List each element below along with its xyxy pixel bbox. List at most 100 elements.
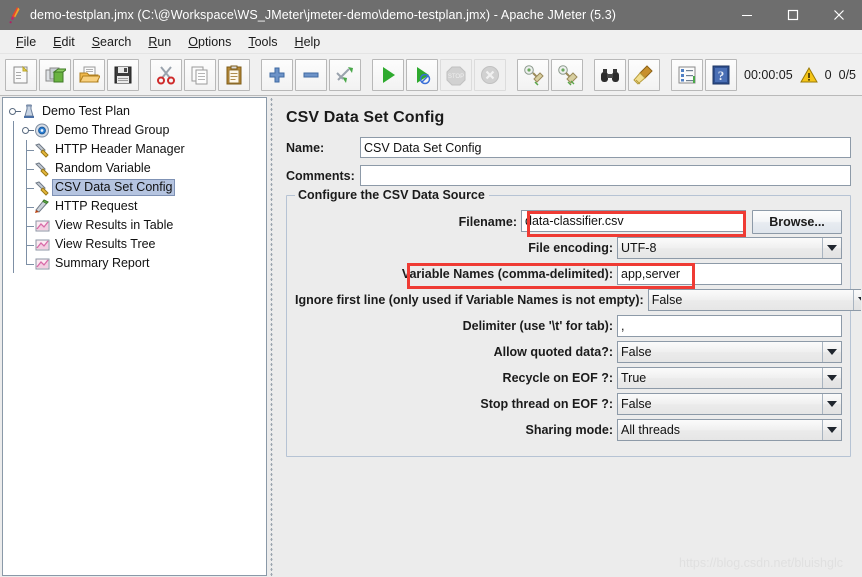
split-divider-grip [270, 97, 273, 576]
tree-label-http-request: HTTP Request [55, 199, 138, 213]
comments-field-row: Comments: [276, 165, 861, 186]
tree-label-http-header-manager: HTTP Header Manager [55, 142, 185, 156]
chevron-down-icon[interactable] [822, 238, 841, 258]
new-document-icon [13, 65, 29, 83]
cut-button[interactable] [150, 58, 182, 91]
menu-help-mnemonic: H [294, 34, 304, 49]
close-button[interactable] [816, 0, 862, 30]
svg-text:?: ? [718, 68, 725, 83]
filename-input[interactable]: data-classifier.csv [521, 210, 746, 232]
test-plan-tree: Demo Test Plan Demo Thread Group HTTP He… [3, 98, 266, 273]
clear-button[interactable] [517, 58, 549, 91]
page-title: CSV Data Set Config [286, 109, 445, 126]
comments-input[interactable] [360, 165, 851, 186]
stop-thread-on-eof-combo[interactable]: False [617, 393, 842, 415]
expand-all-button[interactable] [261, 58, 293, 91]
maximize-button[interactable] [770, 0, 816, 30]
allow-quoted-data-field-wrap: False [617, 341, 842, 363]
tree-label-view-results-in-table: View Results in Table [55, 218, 174, 232]
menu-tools[interactable]: Tools [240, 33, 286, 51]
recycle-on-eof-field-wrap: True [617, 367, 842, 389]
config-element-icon [33, 179, 52, 196]
chevron-down-icon[interactable] [822, 420, 841, 440]
tree-node-random-variable[interactable]: Random Variable [7, 159, 266, 178]
window-controls [724, 0, 862, 30]
search-button[interactable] [594, 58, 626, 91]
shutdown-button[interactable] [474, 58, 506, 91]
reset-search-button[interactable] [628, 58, 660, 91]
thread-group-icon [33, 122, 52, 139]
ignore-first-line-combo[interactable]: False [647, 289, 861, 311]
tree-line-3 [7, 159, 20, 178]
menu-run[interactable]: Run [140, 33, 180, 51]
run-status-area: 00:00:05 0 0/5 [744, 66, 856, 83]
save-button[interactable] [107, 58, 139, 91]
templates-button[interactable] [39, 58, 71, 91]
copy-pages-icon [191, 66, 208, 84]
tree-line-7 [7, 235, 20, 254]
allow-quoted-data-combo[interactable]: False [617, 341, 842, 363]
menu-options-rest: ptions [198, 34, 232, 49]
ignore-first-line-field-wrap: False [647, 289, 861, 311]
tree-node-csv-data-set-config[interactable]: CSV Data Set Config [7, 178, 266, 197]
tree-node-test-plan[interactable]: Demo Test Plan [7, 102, 266, 121]
tree-node-http-request[interactable]: HTTP Request [7, 197, 266, 216]
help-button[interactable]: ? [705, 58, 737, 91]
start-button[interactable] [372, 58, 404, 91]
tree-node-view-results-in-table[interactable]: View Results in Table [7, 216, 266, 235]
variable-names-input[interactable]: app,server [617, 263, 842, 285]
tree-node-summary-report[interactable]: Summary Report [7, 254, 266, 273]
file-encoding-combo[interactable]: UTF-8 [617, 237, 842, 259]
tree-label-csv-data-set-config: CSV Data Set Config [52, 179, 176, 196]
menu-run-mnemonic: R [148, 34, 158, 49]
tree-node-view-results-tree[interactable]: View Results Tree [7, 235, 266, 254]
file-encoding-value: UTF-8 [621, 241, 657, 255]
browse-button[interactable]: Browse... [752, 210, 842, 234]
menu-edit[interactable]: Edit [45, 33, 84, 51]
name-input[interactable]: CSV Data Set Config [360, 137, 851, 158]
sharing-mode-combo[interactable]: All threads [617, 419, 842, 441]
delimiter-input[interactable]: , [617, 315, 842, 337]
paste-button[interactable] [218, 58, 250, 91]
start-no-pauses-button[interactable] [406, 58, 438, 91]
toolbar-separator-1 [140, 59, 149, 91]
menu-options[interactable]: Options [180, 33, 240, 51]
allow-quoted-data-value: False [621, 345, 652, 359]
stop-button[interactable]: STOP [440, 58, 472, 91]
chevron-down-icon[interactable] [822, 342, 841, 362]
name-label: Name: [286, 140, 325, 155]
ignore-first-line-label: Ignore first line (only used if Variable… [295, 293, 644, 307]
menu-help-rest: elp [303, 34, 321, 49]
tree-line-2 [7, 140, 20, 159]
clear-all-button[interactable] [551, 58, 583, 91]
toggle-button[interactable] [329, 58, 361, 91]
copy-button[interactable] [184, 58, 216, 91]
test-plan-tree-panel[interactable]: Demo Test Plan Demo Thread Group HTTP He… [2, 97, 267, 576]
tree-node-http-header-manager[interactable]: HTTP Header Manager [7, 140, 266, 159]
menu-search[interactable]: Search [84, 33, 141, 51]
filename-row: Filename: data-classifier.csv Browse... [295, 210, 842, 234]
tree-line-4 [7, 178, 20, 197]
collapse-all-button[interactable] [295, 58, 327, 91]
split-divider[interactable] [267, 97, 276, 576]
tree-node-thread-group[interactable]: Demo Thread Group [7, 121, 266, 140]
chevron-down-icon[interactable] [822, 368, 841, 388]
menu-search-mnemonic: S [91, 34, 101, 49]
menu-file[interactable]: File [8, 33, 45, 51]
new-button[interactable] [5, 58, 37, 91]
stop-thread-on-eof-field-wrap: False [617, 393, 842, 415]
delimiter-field-wrap: , [617, 315, 842, 337]
toolbar-separator-5 [584, 59, 593, 91]
recycle-on-eof-combo[interactable]: True [617, 367, 842, 389]
chevron-down-icon[interactable] [822, 394, 841, 414]
window-titlebar: demo-testplan.jmx (C:\@Workspace\WS_JMet… [0, 0, 862, 30]
function-helper-button[interactable] [671, 58, 703, 91]
open-button[interactable] [73, 58, 105, 91]
menu-help[interactable]: Help [287, 33, 330, 51]
tree-expander-test-plan[interactable] [7, 102, 21, 121]
tree-expander-thread-group[interactable] [20, 121, 34, 140]
scissors-icon [157, 65, 175, 84]
chevron-down-icon[interactable] [852, 290, 861, 310]
minimize-button[interactable] [724, 0, 770, 30]
menu-file-mnemonic: F [16, 34, 24, 49]
